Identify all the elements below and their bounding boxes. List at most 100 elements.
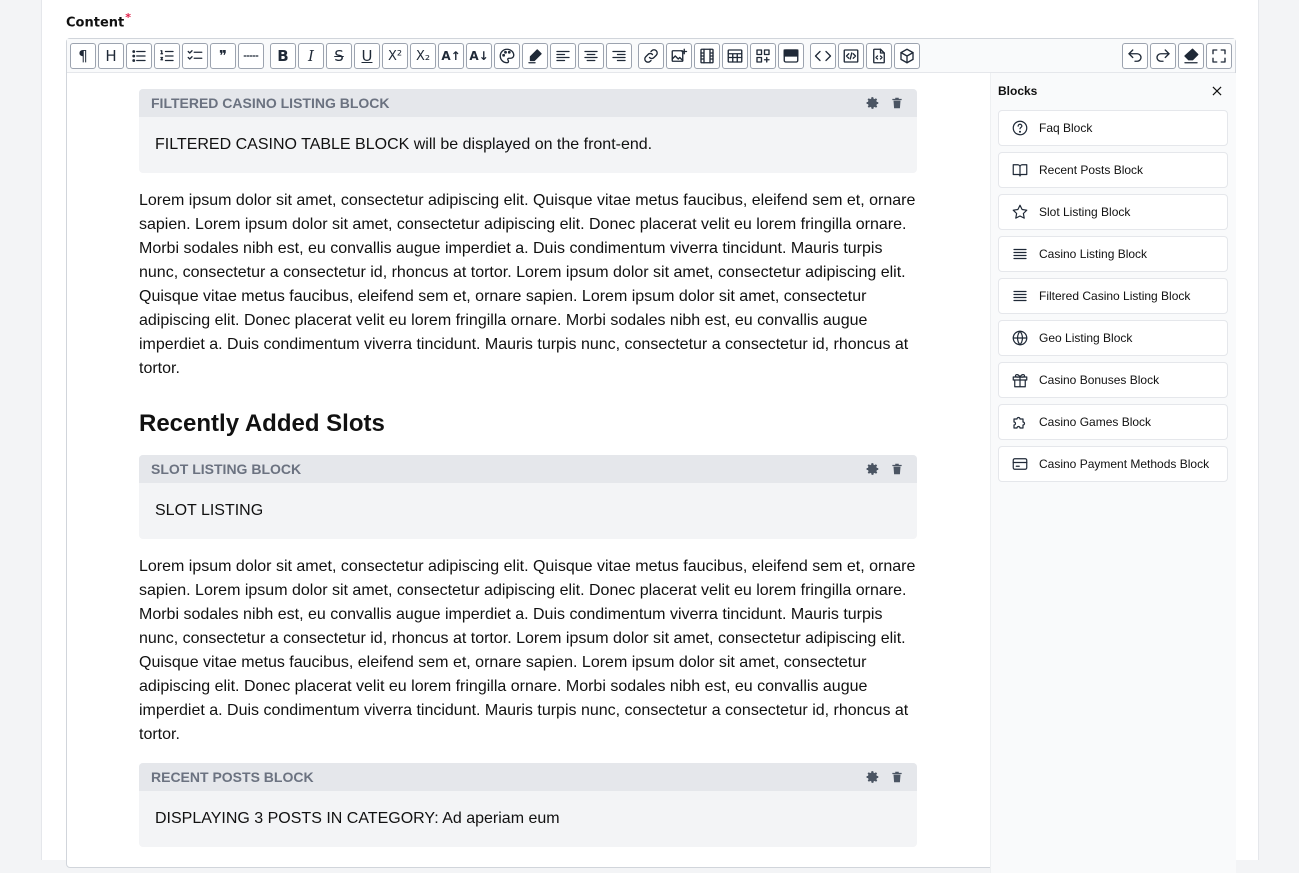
block-item-label: Slot Listing Block	[1039, 205, 1131, 219]
align-left-button[interactable]	[550, 43, 576, 69]
block-item-geo-listing[interactable]: Geo Listing Block	[998, 320, 1228, 356]
numbered-list-button[interactable]	[154, 43, 180, 69]
bullet-list-button[interactable]	[126, 43, 152, 69]
block-item-casino-games[interactable]: Casino Games Block	[998, 404, 1228, 440]
checklist-icon	[187, 50, 203, 60]
filtered-casino-listing-block[interactable]: FILTERED CASINO LISTING BLOCK FILTERED C…	[139, 89, 917, 173]
editor-toolbar: ¶ H ❞ B I S U X² X₂ A↑ A↓	[67, 39, 1235, 73]
clear-format-icon	[1184, 48, 1199, 64]
heading-icon: H	[105, 46, 117, 65]
trash-icon	[892, 97, 902, 109]
blocks-panel-close-button[interactable]	[1210, 83, 1224, 97]
page: Content* ¶ H ❞ B I S U X² X₂ A↑ A↓ FILTE…	[41, 0, 1259, 873]
blocks-button[interactable]	[750, 43, 776, 69]
globe-icon	[1012, 330, 1028, 346]
slot-listing-block[interactable]: SLOT LISTING BLOCK SLOT LISTING	[139, 455, 917, 539]
bold-icon: B	[277, 46, 289, 65]
block-title: SLOT LISTING BLOCK	[151, 461, 302, 477]
text-color-button[interactable]	[494, 43, 520, 69]
block-delete-button[interactable]	[889, 461, 905, 477]
italic-icon: I	[308, 46, 314, 65]
block-item-label: Casino Bonuses Block	[1039, 373, 1160, 387]
star-icon	[1012, 204, 1028, 219]
paragraph-2[interactable]: Lorem ipsum dolor sit amet, consectetur …	[139, 555, 917, 747]
superscript-button[interactable]: X²	[382, 43, 408, 69]
video-icon	[700, 48, 714, 64]
block-settings-button[interactable]	[865, 461, 881, 477]
block-item-casino-listing[interactable]: Casino Listing Block	[998, 236, 1228, 272]
block-item-filtered-casino-listing[interactable]: Filtered Casino Listing Block	[998, 278, 1228, 314]
block-item-slot-listing[interactable]: Slot Listing Block	[998, 194, 1228, 230]
block-item-label: Filtered Casino Listing Block	[1039, 289, 1191, 303]
block-item-label: Faq Block	[1039, 121, 1093, 135]
block-settings-button[interactable]	[865, 95, 881, 111]
font-size-down-icon: A↓	[469, 49, 489, 63]
insert-table-button[interactable]	[722, 43, 748, 69]
block-item-recent-posts[interactable]: Recent Posts Block	[998, 152, 1228, 188]
block-delete-button[interactable]	[889, 95, 905, 111]
block-title: FILTERED CASINO LISTING BLOCK	[151, 95, 390, 111]
embed-button[interactable]	[866, 43, 892, 69]
heading-recently-added-slots[interactable]: Recently Added Slots	[139, 410, 385, 438]
trash-icon	[892, 463, 902, 475]
subscript-icon: X₂	[415, 48, 431, 64]
block-item-casino-payment-methods[interactable]: Casino Payment Methods Block	[998, 446, 1228, 482]
italic-button[interactable]: I	[298, 43, 324, 69]
highlight-button[interactable]	[522, 43, 548, 69]
paragraph-1[interactable]: Lorem ipsum dolor sit amet, consectetur …	[139, 189, 917, 381]
undo-button[interactable]	[1122, 43, 1148, 69]
horizontal-rule-button[interactable]	[238, 43, 264, 69]
bold-button[interactable]: B	[270, 43, 296, 69]
redo-button[interactable]	[1150, 43, 1176, 69]
checklist-button[interactable]	[182, 43, 208, 69]
quote-button[interactable]: ❞	[210, 43, 236, 69]
clear-format-button[interactable]	[1178, 43, 1204, 69]
lines-icon	[1013, 290, 1027, 302]
horizontal-rule-icon	[243, 55, 259, 57]
quote-icon: ❞	[218, 46, 228, 65]
heading-button[interactable]: H	[98, 43, 124, 69]
align-center-button[interactable]	[578, 43, 604, 69]
paragraph-button[interactable]: ¶	[70, 43, 96, 69]
block-settings-button[interactable]	[865, 769, 881, 785]
paragraph-icon: ¶	[78, 46, 88, 65]
rich-text-editor[interactable]: ¶ H ❞ B I S U X² X₂ A↑ A↓ FILTERED CASIN…	[66, 38, 1236, 873]
block-body: FILTERED CASINO TABLE BLOCK will be disp…	[155, 136, 653, 153]
align-right-icon	[612, 50, 626, 62]
code-block-button[interactable]	[838, 43, 864, 69]
embed-icon	[873, 48, 885, 64]
palette-icon	[499, 48, 515, 64]
link-button[interactable]	[638, 43, 664, 69]
strikethrough-icon: S	[334, 46, 344, 65]
block-item-label: Casino Payment Methods Block	[1039, 457, 1210, 471]
insert-video-button[interactable]	[694, 43, 720, 69]
code-block-icon	[843, 49, 859, 63]
subscript-button[interactable]: X₂	[410, 43, 436, 69]
inline-code-button[interactable]	[810, 43, 836, 69]
book-icon	[1012, 164, 1028, 177]
block-header: FILTERED CASINO LISTING BLOCK	[139, 89, 917, 117]
block-item-faq[interactable]: Faq Block	[998, 110, 1228, 146]
block-body: DISPLAYING 3 POSTS IN CATEGORY: Ad aperi…	[155, 810, 560, 827]
fullscreen-icon	[1212, 49, 1226, 63]
gear-icon	[866, 771, 879, 783]
3d-model-button[interactable]	[894, 43, 920, 69]
align-left-icon	[556, 50, 570, 62]
gift-icon	[1012, 374, 1028, 388]
undo-icon	[1128, 49, 1142, 62]
font-size-down-button[interactable]: A↓	[466, 43, 492, 69]
block-bar-button[interactable]	[778, 43, 804, 69]
insert-image-button[interactable]	[666, 43, 692, 69]
align-right-button[interactable]	[606, 43, 632, 69]
strikethrough-button[interactable]: S	[326, 43, 352, 69]
fullscreen-button[interactable]	[1206, 43, 1232, 69]
blocks-panel: Blocks Faq Block Recent Posts Block Slot…	[990, 73, 1236, 873]
block-bar-icon	[783, 49, 799, 63]
close-icon	[1212, 86, 1222, 96]
block-delete-button[interactable]	[889, 769, 905, 785]
block-item-casino-bonuses[interactable]: Casino Bonuses Block	[998, 362, 1228, 398]
font-size-up-button[interactable]: A↑	[438, 43, 464, 69]
recent-posts-block[interactable]: RECENT POSTS BLOCK DISPLAYING 3 POSTS IN…	[139, 763, 917, 847]
block-header: RECENT POSTS BLOCK	[139, 763, 917, 791]
underline-button[interactable]: U	[354, 43, 380, 69]
